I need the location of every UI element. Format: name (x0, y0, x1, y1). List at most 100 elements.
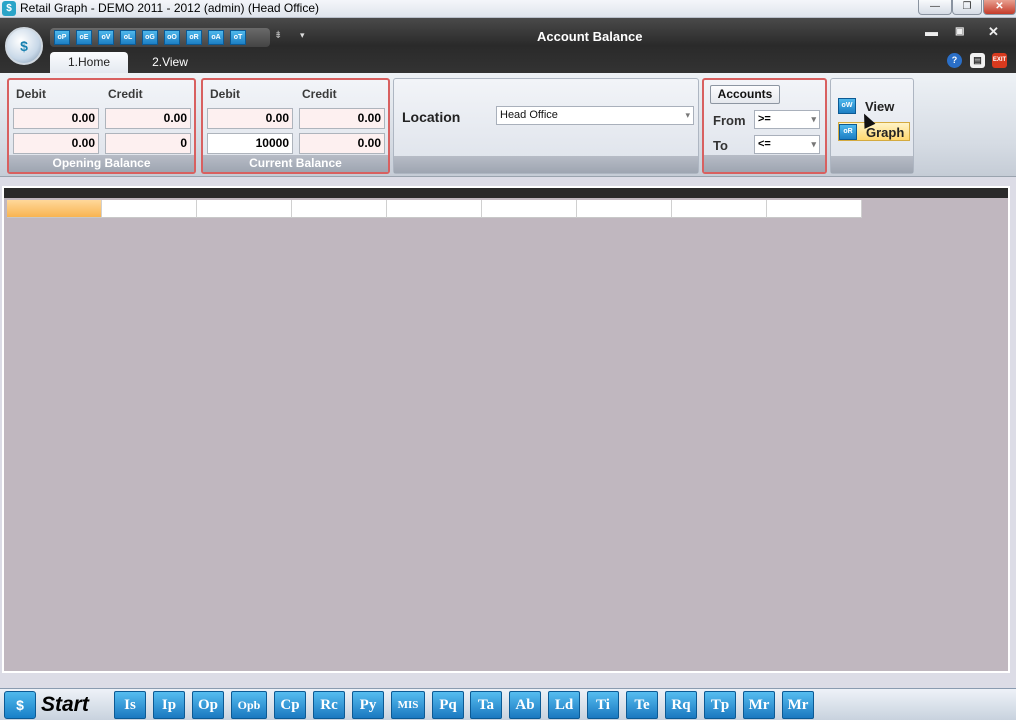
location-group-footer (394, 156, 698, 173)
location-value: Head Office (500, 109, 558, 121)
opening-balance-group: Debit Credit 0.00 0.00 0.00 0 Opening Ba… (7, 78, 196, 174)
quick-access-button[interactable]: oE (76, 30, 92, 45)
grid-header-row (7, 200, 862, 218)
main-grid-area[interactable] (2, 186, 1010, 673)
to-operator-value: <= (758, 138, 771, 150)
grid-cell[interactable] (577, 200, 672, 218)
chevron-down-icon: ▾ (685, 110, 690, 120)
opening-debit-field[interactable]: 0.00 (13, 108, 99, 129)
app-maximize-button[interactable]: ▣ (955, 26, 964, 37)
view-button[interactable]: oW View (838, 97, 910, 116)
app-title: Account Balance (537, 29, 643, 44)
view-icon: oW (838, 98, 856, 114)
accounts-group: Accounts From >= ▾ To <= ▾ (702, 78, 827, 174)
taskbar-button[interactable]: Ld (548, 691, 580, 719)
quick-access-button[interactable]: oR (186, 30, 202, 45)
quick-access-button[interactable]: oL (120, 30, 136, 45)
grid-cell[interactable] (292, 200, 387, 218)
help-icon[interactable]: ? (947, 53, 962, 68)
location-label: Location (402, 109, 461, 125)
location-group: Location Head Office ▾ (393, 78, 699, 174)
from-label: From (713, 113, 746, 128)
opening-credit-field-2[interactable]: 0 (105, 133, 191, 154)
start-icon[interactable]: $ (4, 691, 36, 719)
quick-access-button[interactable]: oT (230, 30, 246, 45)
quick-access-toolbar: oP oE oV oL oG oO oR oA oT ▾ (50, 28, 305, 47)
taskbar-button[interactable]: MIS (391, 691, 425, 719)
taskbar-button[interactable]: Is (114, 691, 146, 719)
taskbar-button[interactable]: Rq (665, 691, 697, 719)
taskbar-button[interactable]: Te (626, 691, 658, 719)
quick-access-button[interactable]: oO (164, 30, 180, 45)
quick-access-button[interactable]: oG (142, 30, 158, 45)
window-close-button[interactable]: ✕ (983, 0, 1016, 15)
customize-toolbar-icon[interactable]: ⇟ (274, 30, 282, 41)
grid-top-bar (4, 188, 1008, 198)
taskbar-button[interactable]: Tp (704, 691, 736, 719)
from-operator-value: >= (758, 113, 771, 125)
taskbar-button[interactable]: Opb (231, 691, 267, 719)
grid-cell-selected[interactable] (7, 200, 102, 218)
taskbar-button[interactable]: Pq (432, 691, 464, 719)
quick-access-button[interactable]: oV (98, 30, 114, 45)
document-icon[interactable]: ▤ (970, 53, 985, 68)
current-debit-field[interactable]: 0.00 (207, 108, 293, 129)
window-title: Retail Graph - DEMO 2011 - 2012 (admin) … (20, 1, 320, 15)
graph-button[interactable]: oR Graph (838, 122, 910, 141)
app-logo-button[interactable]: $ (5, 27, 43, 65)
window-maximize-button[interactable]: ❐ (952, 0, 982, 15)
from-operator-select[interactable]: >= ▾ (754, 110, 820, 129)
credit-label: Credit (108, 87, 143, 101)
chevron-down-icon[interactable]: ▾ (300, 30, 305, 41)
chevron-down-icon: ▾ (811, 139, 816, 149)
current-credit-field[interactable]: 0.00 (299, 108, 385, 129)
app-close-button[interactable]: ✕ (988, 24, 999, 40)
graph-label: Graph (866, 125, 905, 140)
graph-icon: oR (839, 124, 857, 140)
taskbar-button[interactable]: Op (192, 691, 224, 719)
taskbar-button[interactable]: Rc (313, 691, 345, 719)
grid-cell[interactable] (672, 200, 767, 218)
grid-cell[interactable] (102, 200, 197, 218)
app-minimize-button[interactable]: ▬ (925, 24, 938, 39)
app-header: $ oP oE oV oL oG oO oR oA oT ▾ ⇟ Account… (0, 18, 1016, 73)
window-minimize-button[interactable]: — (918, 0, 952, 15)
app-window-icon: $ (2, 1, 16, 16)
taskbar-button[interactable]: Py (352, 691, 384, 719)
debit-label: Debit (210, 87, 240, 101)
taskbar-button[interactable]: Ip (153, 691, 185, 719)
taskbar: $ Start Is Ip Op Opb Cp Rc Py MIS Pq Ta … (0, 688, 1016, 720)
taskbar-button[interactable]: Cp (274, 691, 306, 719)
opening-debit-field-2[interactable]: 0.00 (13, 133, 99, 154)
exit-icon[interactable]: EXIT (992, 53, 1007, 68)
taskbar-button[interactable]: Mr (782, 691, 814, 719)
taskbar-button[interactable]: Ta (470, 691, 502, 719)
accounts-button[interactable]: Accounts (710, 85, 780, 104)
taskbar-button[interactable]: Ab (509, 691, 541, 719)
current-debit-field-2[interactable]: 10000 (207, 133, 293, 154)
grid-cell[interactable] (387, 200, 482, 218)
quick-access-button[interactable]: oP (54, 30, 70, 45)
chevron-down-icon: ▾ (811, 114, 816, 124)
location-select[interactable]: Head Office ▾ (496, 106, 694, 125)
tab-home[interactable]: 1.Home (50, 52, 128, 73)
current-balance-label: Current Balance (203, 155, 388, 172)
taskbar-button[interactable]: Ti (587, 691, 619, 719)
current-balance-group: Debit Credit 0.00 0.00 10000 0.00 Curren… (201, 78, 390, 174)
grid-cell[interactable] (197, 200, 292, 218)
grid-cell[interactable] (767, 200, 862, 218)
taskbar-button[interactable]: Mr (743, 691, 775, 719)
start-button[interactable]: Start (41, 693, 89, 717)
quick-access-button[interactable]: oA (208, 30, 224, 45)
grid-cell[interactable] (482, 200, 577, 218)
opening-credit-field[interactable]: 0.00 (105, 108, 191, 129)
actions-group: oW View oR Graph (830, 78, 914, 174)
window-title-bar: $ Retail Graph - DEMO 2011 - 2012 (admin… (0, 0, 1016, 18)
actions-group-footer (831, 156, 913, 173)
to-label: To (713, 138, 728, 153)
accounts-group-footer (704, 155, 825, 172)
tab-view[interactable]: 2.View (140, 52, 200, 73)
to-operator-select[interactable]: <= ▾ (754, 135, 820, 154)
current-credit-field-2[interactable]: 0.00 (299, 133, 385, 154)
debit-label: Debit (16, 87, 46, 101)
